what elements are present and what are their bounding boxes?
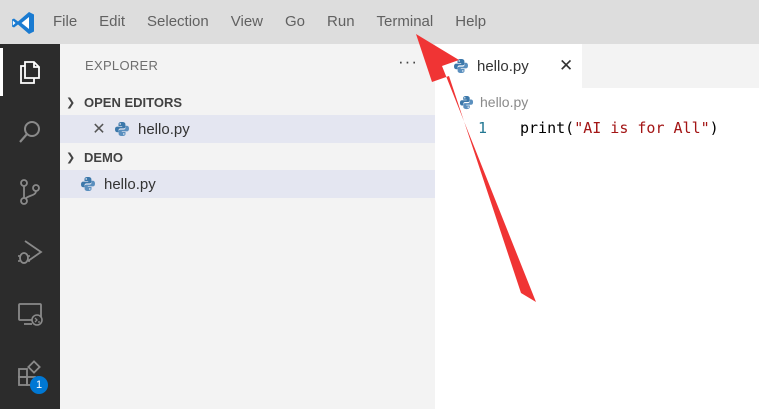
python-file-icon [459, 95, 474, 110]
file-name: hello.py [104, 175, 156, 193]
breadcrumb-file: hello.py [480, 94, 529, 110]
open-editor-name: hello.py [138, 120, 190, 138]
menu-edit[interactable]: Edit [88, 0, 136, 44]
editor-area: hello.py ✕ hello.py 1 print("AI is for A… [435, 44, 759, 409]
menu-view[interactable]: View [220, 0, 274, 44]
folder-label: DEMO [84, 149, 123, 165]
more-actions-icon[interactable]: ··· [398, 52, 418, 72]
python-file-icon [114, 121, 130, 137]
explorer-title: EXPLORER [85, 58, 159, 73]
activity-run-debug[interactable] [0, 224, 60, 280]
activity-remote-explorer[interactable] [0, 286, 60, 342]
tab-bar: hello.py ✕ [435, 44, 759, 88]
code-function: print( [520, 119, 575, 137]
line-number: 1 [477, 119, 487, 137]
search-icon [19, 121, 40, 143]
tab-hello-py[interactable]: hello.py ✕ [435, 44, 582, 88]
menu-selection[interactable]: Selection [136, 0, 220, 44]
remote-explorer-icon [18, 303, 43, 326]
run-debug-icon [18, 240, 43, 264]
menu-terminal[interactable]: Terminal [366, 0, 445, 44]
menu-help[interactable]: Help [444, 0, 497, 44]
open-editor-item[interactable]: ✕ hello.py [60, 115, 435, 143]
activity-explorer[interactable] [0, 44, 60, 100]
source-control-icon [20, 179, 40, 205]
activity-extensions[interactable]: 1 [0, 346, 60, 402]
menu-run[interactable]: Run [316, 0, 366, 44]
vscode-logo-icon[interactable] [10, 10, 36, 36]
menu-file[interactable]: File [42, 0, 88, 44]
close-editor-icon[interactable]: ✕ [92, 119, 106, 139]
explorer-icon [20, 61, 40, 84]
activity-search[interactable] [0, 104, 60, 160]
extensions-badge: 1 [30, 376, 48, 394]
open-editors-section[interactable]: ❯ OPEN EDITORS [60, 89, 435, 115]
title-bar: File Edit Selection View Go Run Terminal… [0, 0, 759, 44]
code-string: "AI is for All" [574, 119, 710, 137]
file-item[interactable]: hello.py [60, 170, 435, 198]
python-file-icon [80, 176, 96, 192]
breadcrumb[interactable]: hello.py [459, 94, 528, 110]
activity-source-control[interactable] [0, 164, 60, 220]
code-paren: ) [709, 119, 719, 137]
explorer-sidebar: EXPLORER ··· ❯ OPEN EDITORS ✕ hello.py ❯… [60, 44, 435, 409]
python-file-icon [453, 58, 469, 74]
activity-bar: 1 [0, 44, 60, 409]
chevron-down-icon: ❯ [66, 96, 76, 109]
open-editors-label: OPEN EDITORS [84, 94, 183, 110]
menu-bar: File Edit Selection View Go Run Terminal… [42, 0, 497, 44]
chevron-down-icon: ❯ [66, 151, 76, 164]
tab-label: hello.py [477, 57, 529, 75]
code-line[interactable]: 1 print("AI is for All") [435, 116, 719, 140]
code-text[interactable]: print("AI is for All") [520, 119, 719, 137]
close-tab-icon[interactable]: ✕ [559, 56, 573, 76]
menu-go[interactable]: Go [274, 0, 316, 44]
folder-section-demo[interactable]: ❯ DEMO [60, 144, 435, 170]
